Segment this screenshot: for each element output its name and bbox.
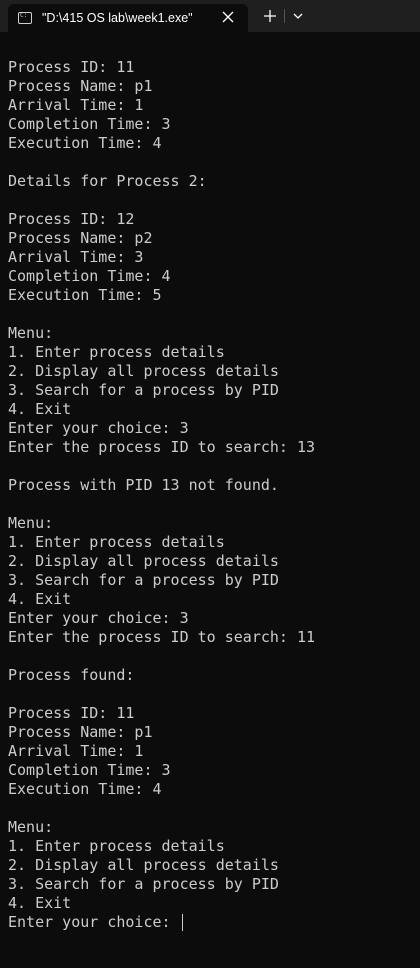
terminal-line: Process ID: 11 xyxy=(8,704,135,722)
terminal-line: Process with PID 13 not found. xyxy=(8,476,279,494)
terminal-line: Process ID: 11 xyxy=(8,58,135,76)
text-cursor xyxy=(181,914,184,931)
terminal-line: 2. Display all process details xyxy=(8,552,279,570)
terminal-line: Execution Time: 4 xyxy=(8,134,162,152)
terminal-line: Menu: xyxy=(8,514,54,532)
terminal-line: Process Name: p2 xyxy=(8,229,153,247)
terminal-line: Arrival Time: 1 xyxy=(8,742,144,760)
tab-separator xyxy=(284,9,285,23)
terminal-line: Arrival Time: 1 xyxy=(8,96,144,114)
terminal-line: Completion Time: 4 xyxy=(8,267,171,285)
terminal-prompt-line[interactable]: Enter your choice: xyxy=(8,913,420,932)
close-tab-button[interactable] xyxy=(218,7,238,27)
terminal-line: Enter your choice: 3 xyxy=(8,419,189,437)
plus-icon xyxy=(264,10,276,22)
terminal-line: 3. Search for a process by PID xyxy=(8,875,279,893)
prompt-text: Enter your choice: xyxy=(8,913,180,931)
terminal-line: Enter the process ID to search: 11 xyxy=(8,628,316,646)
terminal-line: Process ID: 12 xyxy=(8,210,135,228)
tab-title: "D:\415 OS lab\week1.exe" xyxy=(42,11,193,25)
terminal-line: Menu: xyxy=(8,324,54,342)
chevron-down-icon xyxy=(293,13,303,19)
terminal-line: 2. Display all process details xyxy=(8,362,279,380)
close-icon xyxy=(222,11,234,23)
terminal-line: Process found: xyxy=(8,666,135,684)
terminal-line: Arrival Time: 3 xyxy=(8,248,144,266)
terminal-line: Execution Time: 5 xyxy=(8,286,162,304)
new-tab-button[interactable] xyxy=(258,5,282,27)
terminal-line: Completion Time: 3 xyxy=(8,761,171,779)
terminal-output[interactable]: Process ID: 11 Process Name: p1 Arrival Ti… xyxy=(8,58,420,932)
dropdown-button[interactable] xyxy=(288,5,308,27)
title-bar: C: "D:\415 OS lab\week1.exe" xyxy=(0,0,420,32)
terminal-line: 1. Enter process details xyxy=(8,343,225,361)
terminal-line: Process Name: p1 xyxy=(8,723,153,741)
terminal-line: 4. Exit xyxy=(8,400,72,418)
terminal-line: 1. Enter process details xyxy=(8,533,225,551)
terminal-line: Completion Time: 3 xyxy=(8,115,171,133)
terminal-line: 2. Display all process details xyxy=(8,856,279,874)
console-icon: C: xyxy=(18,12,32,24)
terminal-line: Enter your choice: 3 xyxy=(8,609,189,627)
terminal-line: 1. Enter process details xyxy=(8,837,225,855)
terminal-line: 4. Exit xyxy=(8,894,72,912)
terminal-line: 3. Search for a process by PID xyxy=(8,571,279,589)
terminal-line: 3. Search for a process by PID xyxy=(8,381,279,399)
terminal-line: Enter the process ID to search: 13 xyxy=(8,438,316,456)
terminal-line: Details for Process 2: xyxy=(8,172,207,190)
terminal-line: Menu: xyxy=(8,818,54,836)
terminal-line: 4. Exit xyxy=(8,590,72,608)
terminal-line: Process Name: p1 xyxy=(8,77,153,95)
terminal-tab[interactable]: C: "D:\415 OS lab\week1.exe" xyxy=(8,4,248,32)
terminal-line: Execution Time: 4 xyxy=(8,780,162,798)
